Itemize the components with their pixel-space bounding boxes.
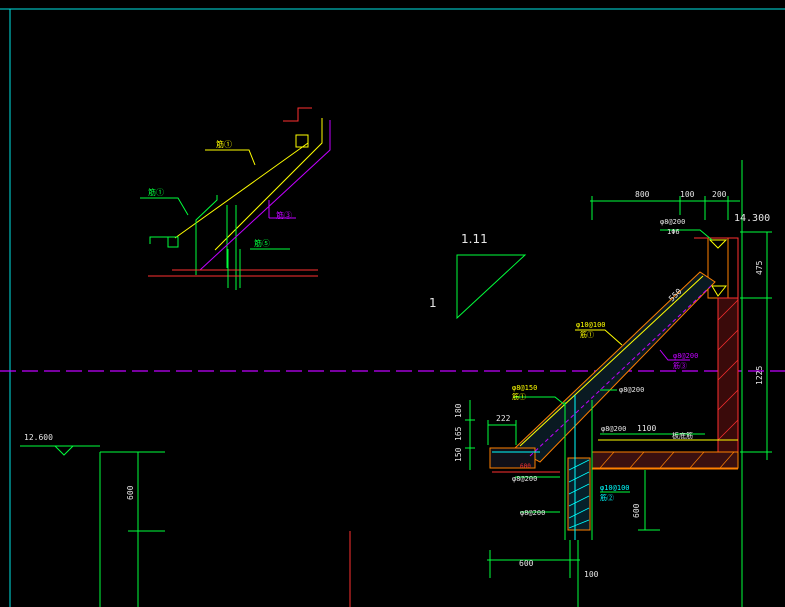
left-elevation — [20, 445, 351, 607]
rebar-mag-a: φ8@200 — [673, 352, 698, 360]
dim-200: 200 — [712, 190, 727, 199]
dim-800: 800 — [635, 190, 650, 199]
dim-100-bottom: 100 — [584, 570, 599, 579]
dim-1225: 1225 — [755, 366, 764, 385]
dim-600-right: 600 — [632, 503, 641, 518]
dim-150: 150 — [454, 447, 463, 462]
elevation-left: 12.600 — [24, 433, 53, 442]
rebar-low-b: φ8@200 — [520, 509, 545, 517]
dim-180: 180 — [454, 403, 463, 418]
dim-100: 100 — [680, 190, 695, 199]
rebar-slope-a: φ10@100 — [576, 321, 606, 329]
slope-indicator: 1.11 1 — [429, 232, 527, 320]
rebar-mid: φ8@200 — [619, 386, 644, 394]
dim-475: 475 — [755, 260, 764, 275]
bar-label-4: 筋⑤ — [254, 238, 270, 248]
rebar-slope-b: 筋① — [580, 330, 594, 339]
dim-left-600: 600 — [126, 485, 135, 500]
bar-label-1: 筋① — [216, 139, 232, 149]
bar-label-3: 筋③ — [276, 210, 292, 220]
rebar-low-a: φ8@200 — [512, 475, 537, 483]
elevation-top: 14.300 — [734, 213, 770, 224]
dim-222: 222 — [496, 414, 511, 423]
bar-label-2: 筋① — [148, 187, 164, 197]
cad-drawing-canvas[interactable]: 筋① 筋① 筋③ 筋⑤ 1.11 1 12.600 600 14.300 800… — [0, 0, 785, 607]
dim-600-bottom: 600 — [519, 559, 534, 568]
slope-run-label: 1.11 — [461, 232, 488, 246]
dim-165: 165 — [454, 426, 463, 441]
rebar-top-a: φ8@200 — [660, 218, 685, 226]
rebar-detail-labels: 筋① 筋① 筋③ 筋⑤ — [148, 139, 292, 248]
rebar-left-b: 筋① — [512, 392, 526, 401]
rebar-top-b: 1Φ6 — [667, 228, 680, 236]
rebar-col-b: 筋② — [600, 493, 614, 502]
rebar-bottom-note: 板底筋 — [672, 431, 693, 440]
slope-rise-label: 1 — [429, 296, 437, 310]
rebar-mag-b: 筋③ — [673, 361, 687, 370]
rebar-detail — [140, 107, 331, 290]
rebar-bottom-a: φ8@200 — [601, 425, 626, 433]
rebar-left-a: φ8@150 — [512, 384, 537, 392]
dim-600-mid: 600 — [520, 463, 531, 470]
dim-1100: 1100 — [637, 424, 656, 433]
rebar-col-a: φ10@100 — [600, 484, 630, 492]
